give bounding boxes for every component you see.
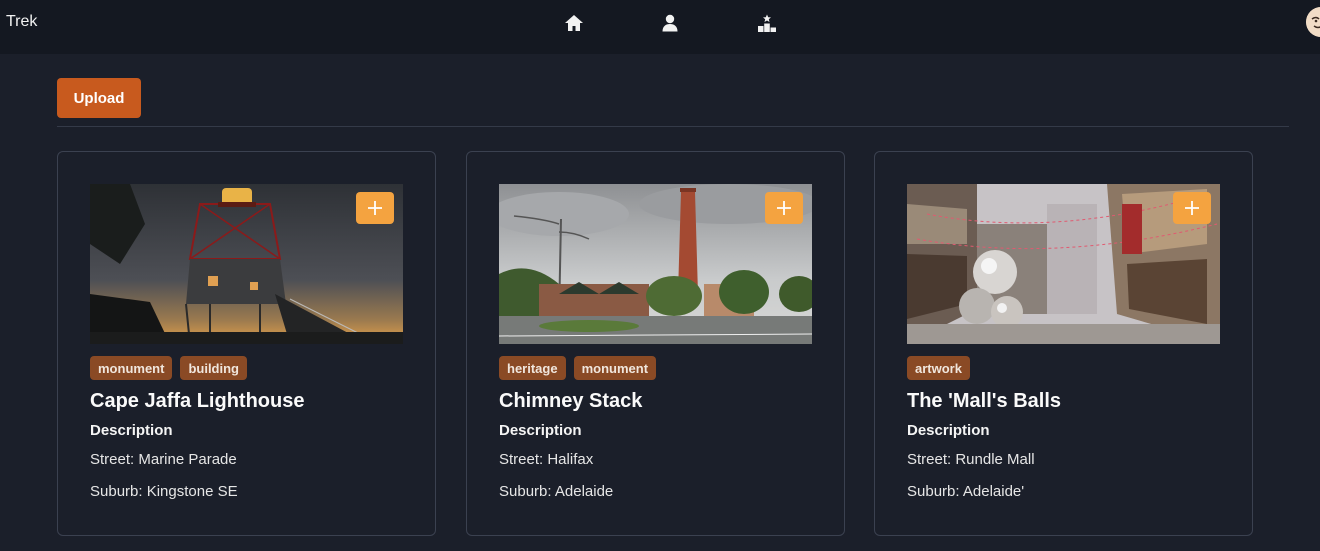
description-label: Description bbox=[907, 422, 990, 439]
street-text: Street: Rundle Mall bbox=[907, 451, 1035, 468]
user-icon[interactable] bbox=[659, 12, 681, 34]
tag-badge[interactable]: building bbox=[180, 356, 247, 380]
add-button[interactable] bbox=[1173, 192, 1211, 224]
plus-icon bbox=[777, 201, 791, 215]
suburb-text: Suburb: Adelaide' bbox=[907, 483, 1025, 500]
brand-title[interactable]: Trek bbox=[6, 13, 37, 31]
place-card: heritage monument Chimney Stack Descript… bbox=[466, 151, 845, 536]
place-photo bbox=[499, 184, 812, 344]
tag-list: artwork bbox=[907, 356, 970, 380]
place-card: artwork The 'Mall's Balls Description St… bbox=[874, 151, 1253, 536]
description-label: Description bbox=[499, 422, 582, 439]
user-avatar[interactable] bbox=[1306, 7, 1320, 37]
tag-badge[interactable]: monument bbox=[90, 356, 173, 380]
street-text: Street: Marine Parade bbox=[90, 451, 237, 468]
leaderboard-icon[interactable] bbox=[756, 12, 778, 34]
home-icon[interactable] bbox=[563, 12, 585, 34]
place-title: Chimney Stack bbox=[499, 390, 643, 412]
description-label: Description bbox=[90, 422, 173, 439]
tag-badge[interactable]: heritage bbox=[499, 356, 566, 380]
place-title: The 'Mall's Balls bbox=[907, 390, 1062, 412]
tag-list: heritage monument bbox=[499, 356, 657, 380]
place-card: monument building Cape Jaffa Lighthouse … bbox=[57, 151, 436, 536]
upload-button[interactable]: Upload bbox=[57, 78, 141, 118]
suburb-text: Suburb: Adelaide bbox=[499, 483, 614, 500]
tag-list: monument building bbox=[90, 356, 247, 380]
add-button[interactable] bbox=[356, 192, 394, 224]
suburb-text: Suburb: Kingstone SE bbox=[90, 483, 238, 500]
divider bbox=[57, 126, 1289, 127]
place-photo bbox=[90, 184, 403, 344]
place-title: Cape Jaffa Lighthouse bbox=[90, 390, 305, 412]
plus-icon bbox=[1185, 201, 1199, 215]
tag-badge[interactable]: monument bbox=[573, 356, 657, 380]
add-button[interactable] bbox=[765, 192, 803, 224]
street-text: Street: Halifax bbox=[499, 451, 594, 468]
top-navbar: Trek bbox=[0, 0, 1320, 54]
tag-badge[interactable]: artwork bbox=[907, 356, 970, 380]
place-photo bbox=[907, 184, 1220, 344]
plus-icon bbox=[368, 201, 382, 215]
